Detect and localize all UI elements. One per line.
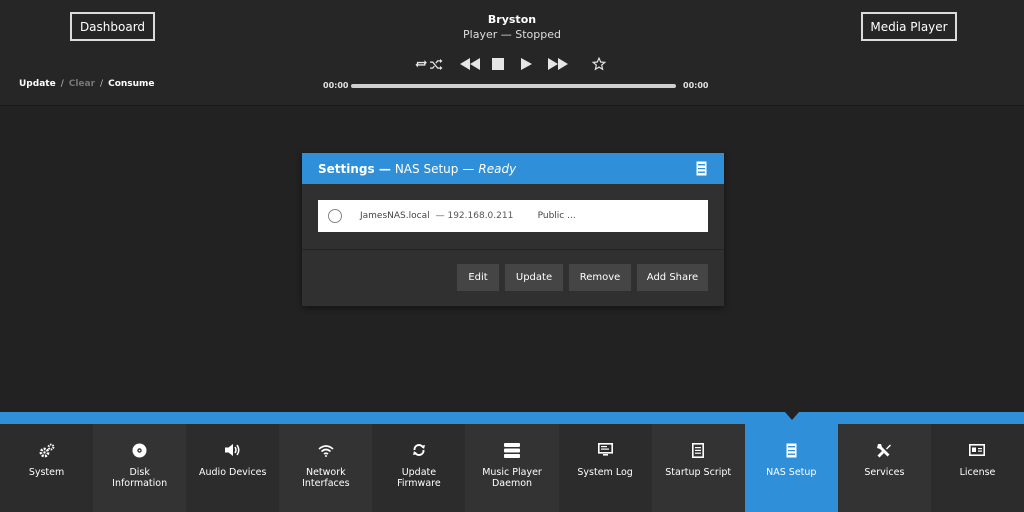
monitor-icon [597,442,613,458]
nav-label: Startup Script [665,467,732,478]
nav-item-music-player-daemon[interactable]: Music Player Daemon [465,424,559,512]
nav-item-license[interactable]: License [930,424,1024,512]
gears-icon [39,442,55,458]
nas-ip: — 192.168.0.211 [435,211,514,221]
nav-label: NAS Setup [766,467,817,478]
nav-accent-bar [0,412,1024,424]
progress-bar[interactable] [351,84,676,88]
nas-host: JamesNAS.local [360,211,430,221]
time-elapsed: 00:00 [323,81,349,90]
shuffle-icon[interactable] [429,57,443,71]
nas-share: Public ... [537,211,576,221]
panel-title-section: NAS Setup [394,161,459,176]
nav-item-system-log[interactable]: System Log [558,424,652,512]
nav-label: License [959,467,996,478]
drive-icon [696,161,707,179]
nav-label: System [28,467,65,478]
update-button[interactable]: Update [505,264,563,291]
star-icon[interactable] [591,56,607,72]
panel-title-status: Ready [478,161,517,176]
id-card-icon [969,442,986,458]
remove-button[interactable]: Remove [569,264,631,291]
nav-label: Update Firmware [397,467,441,489]
nav-label: Music Player Daemon [482,467,542,489]
stop-icon[interactable] [491,57,505,71]
clear-link[interactable]: Clear [69,79,95,89]
playback-controls [414,53,607,75]
active-indicator [785,412,799,420]
breadcrumb-separator: / [60,79,64,89]
device-name: Bryston [487,13,537,26]
nav-label: System Log [577,467,633,478]
nav-item-disk-information[interactable]: Disk Information [93,424,187,512]
rewind-icon[interactable] [459,57,481,71]
play-icon[interactable] [519,57,533,71]
drive-icon [786,442,797,458]
panel-divider [302,249,724,250]
panel-title-dash: — [462,161,475,176]
nav-label: Disk Information [112,467,168,489]
panel-title-prefix: Settings — [318,161,391,176]
consume-link[interactable]: Consume [108,79,154,89]
header: Dashboard Media Player Bryston Player — … [0,0,1024,106]
settings-nav: System Disk Information Audio Devices Ne… [0,424,1024,512]
queue-actions: Update / Clear / Consume [19,79,155,89]
nav-item-startup-script[interactable]: Startup Script [651,424,745,512]
panel-title: Settings — NAS Setup — Ready [302,153,724,184]
nav-item-update-firmware[interactable]: Update Firmware [372,424,466,512]
media-player-button[interactable]: Media Player [861,12,957,41]
tools-icon [876,442,892,458]
refresh-icon [412,442,426,458]
repeat-icon[interactable] [414,57,428,71]
player-status: Player — Stopped [463,28,561,41]
dashboard-button[interactable]: Dashboard [70,12,155,41]
nav-label: Audio Devices [199,467,267,478]
nav-item-network-interfaces[interactable]: Network Interfaces [279,424,373,512]
panel-actions: Edit Update Remove Add Share [457,264,708,291]
nav-label: Network Interfaces [302,467,350,489]
fast-forward-icon[interactable] [547,57,569,71]
wifi-icon [318,442,334,458]
breadcrumb-separator: / [100,79,104,89]
nav-item-nas-setup[interactable]: NAS Setup [744,424,838,512]
nav-item-system[interactable]: System [0,424,94,512]
nav-item-audio-devices[interactable]: Audio Devices [186,424,280,512]
disc-icon [132,442,147,458]
speaker-icon [224,442,241,458]
database-icon [504,442,521,458]
time-total: 00:00 [683,81,709,90]
nas-select-radio[interactable] [328,209,342,223]
edit-button[interactable]: Edit [457,264,499,291]
nas-entry-row[interactable]: JamesNAS.local — 192.168.0.211 Public ..… [318,200,708,232]
nav-label: Services [864,467,905,478]
nas-setup-panel: Settings — NAS Setup — Ready JamesNAS.lo… [302,153,724,306]
document-icon [692,442,705,458]
update-link[interactable]: Update [19,79,56,89]
nav-item-services[interactable]: Services [837,424,931,512]
add-share-button[interactable]: Add Share [637,264,708,291]
